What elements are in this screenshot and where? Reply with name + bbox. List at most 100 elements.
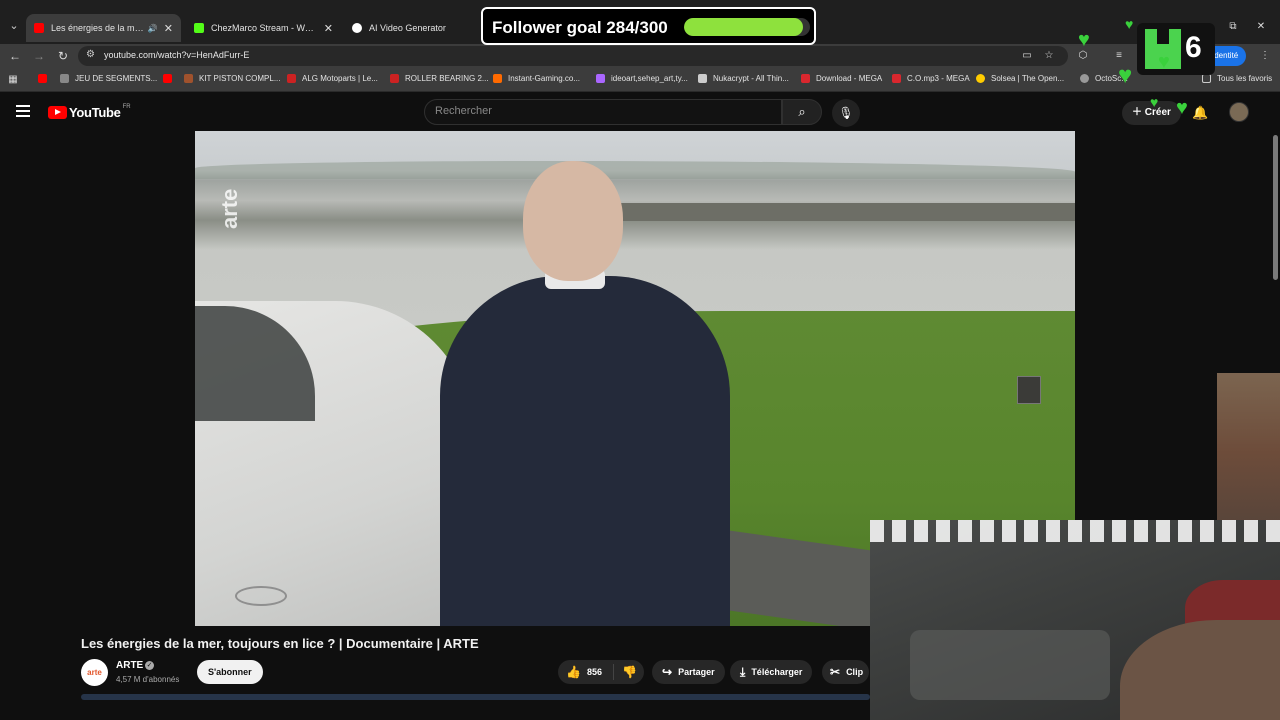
- video-scene-sign: [1017, 376, 1041, 404]
- search-button[interactable]: ⌕: [782, 99, 822, 125]
- infinity-icon: [352, 23, 362, 33]
- scissors-icon: ✂: [830, 665, 841, 679]
- page-scrollbar[interactable]: [1273, 135, 1278, 280]
- more-menu-icon[interactable]: ⋮: [1258, 49, 1272, 63]
- thumbs-up-icon: 👍: [566, 665, 581, 679]
- channel-avatar[interactable]: arte: [81, 659, 108, 686]
- video-title: Les énergies de la mer, toujours en lice…: [81, 636, 479, 651]
- thumbs-down-icon: 👎: [622, 665, 637, 679]
- tab-label: AI Video Generator: [369, 23, 446, 33]
- youtube-play-icon: [48, 106, 67, 119]
- tab-label: ChezMarco Stream - Watch Live: [211, 23, 318, 33]
- follower-goal-text: Follower goal 284/300: [492, 18, 668, 37]
- forward-button[interactable]: →: [31, 48, 47, 64]
- video-info: Les énergies de la mer, toujours en lice…: [0, 626, 870, 720]
- folder-icon: [1202, 74, 1211, 83]
- close-icon[interactable]: ✕: [324, 22, 333, 35]
- bookmark-item[interactable]: ideoart,sehep_art,ty...: [596, 74, 688, 83]
- youtube-header: YouTube FR ⌕ 🎙 ＋ Créer 🔔: [0, 93, 1280, 131]
- all-bookmarks-folder[interactable]: Tous les favoris: [1202, 74, 1272, 83]
- reload-button[interactable]: ↻: [55, 48, 71, 64]
- follower-goal-widget: Follower goal 284/300: [481, 7, 816, 45]
- bookmark-item[interactable]: Download - MEGA: [801, 74, 882, 83]
- close-icon[interactable]: ✕: [164, 22, 173, 35]
- tab-kick-stream[interactable]: ChezMarco Stream - Watch Live ✕: [186, 14, 341, 42]
- bookmark-item[interactable]: ROLLER BEARING 2...: [390, 74, 489, 83]
- share-icon: ↪: [662, 665, 673, 679]
- youtube-icon: [163, 74, 172, 83]
- tab-youtube-video[interactable]: Les énergies de la mer, touj 🔊 ✕: [26, 14, 181, 42]
- search-icon: ⌕: [798, 104, 806, 119]
- microphone-icon: 🎙: [838, 106, 854, 120]
- audio-playing-icon[interactable]: 🔊: [148, 24, 158, 33]
- mega-icon: [892, 74, 901, 83]
- site-icon: [287, 74, 296, 83]
- minimize-icon[interactable]: ⧉: [1226, 20, 1240, 34]
- arte-watermark: arte: [217, 188, 242, 229]
- dislike-button[interactable]: 👎: [614, 660, 637, 684]
- kick-follower-counter: 6: [1137, 23, 1215, 75]
- tab-ai-video[interactable]: AI Video Generator: [344, 14, 484, 42]
- tab-search-button[interactable]: ⌄: [6, 18, 22, 34]
- subscriber-count: 4,57 M d'abonnés: [116, 675, 180, 684]
- webcam-background: [910, 630, 1110, 700]
- site-icon: [390, 74, 399, 83]
- video-scene-man-head: [523, 161, 623, 281]
- url-text: youtube.com/watch?v=HenAdFurr-E: [104, 50, 250, 60]
- video-scene-jetty: [615, 203, 1075, 221]
- extensions-icon[interactable]: ⬡: [1076, 49, 1090, 63]
- kick-icon: [194, 23, 204, 33]
- description-box-edge: [81, 694, 870, 700]
- address-bar[interactable]: ⚙ youtube.com/watch?v=HenAdFurr-E: [78, 46, 1068, 66]
- streamer-webcam: [870, 520, 1280, 720]
- like-button[interactable]: 👍 856: [558, 664, 614, 680]
- webcam-overlay-stripe: [870, 520, 1280, 542]
- bookmark-item[interactable]: Instant-Gaming.co...: [493, 74, 580, 83]
- bookmark-item[interactable]: [163, 74, 178, 83]
- bookmark-item[interactable]: ALG Motoparts | Le...: [287, 74, 378, 83]
- heart-icon: ♥: [1158, 51, 1170, 73]
- close-window-icon[interactable]: ✕: [1254, 20, 1268, 34]
- search-input[interactable]: [435, 105, 765, 117]
- follower-goal-progress-fill: [684, 18, 804, 36]
- menu-icon[interactable]: [16, 105, 30, 117]
- bookmark-star-icon[interactable]: ☆: [1042, 49, 1056, 63]
- site-icon: [184, 74, 193, 83]
- bookmark-item[interactable]: C.O.mp3 - MEGA: [892, 74, 970, 83]
- heart-icon: ♥: [1150, 94, 1159, 110]
- channel-name[interactable]: ARTE: [116, 660, 143, 671]
- bookmarks-bar: ▦ JEU DE SEGMENTS... KIT PISTON COMPL...…: [0, 68, 1280, 92]
- clip-button[interactable]: ✂ Clip: [822, 660, 870, 684]
- notifications-bell-icon[interactable]: 🔔: [1192, 105, 1208, 121]
- site-icon: [976, 74, 985, 83]
- video-scene-man-body: [440, 276, 730, 626]
- back-button[interactable]: ←: [7, 48, 23, 64]
- voice-search-button[interactable]: 🎙: [832, 99, 860, 127]
- bookmark-item[interactable]: Solsea | The Open...: [976, 74, 1064, 83]
- plus-icon: ＋: [1132, 107, 1145, 118]
- subscribe-button[interactable]: S'abonner: [197, 660, 263, 684]
- heart-icon: ♥: [1125, 16, 1134, 32]
- bookmark-item[interactable]: KIT PISTON COMPL...: [184, 74, 281, 83]
- video-scene-hills: [195, 161, 1075, 179]
- site-info-icon[interactable]: ⚙: [86, 49, 95, 60]
- media-queue-icon[interactable]: ≡: [1112, 49, 1126, 63]
- follower-goal-progress-bar: [684, 18, 810, 36]
- like-count: 856: [586, 667, 602, 677]
- site-icon: [698, 74, 707, 83]
- heart-icon: ♥: [1118, 62, 1133, 89]
- youtube-logo[interactable]: YouTube FR: [48, 104, 131, 120]
- search-box: [424, 99, 782, 125]
- bookmark-item[interactable]: JEU DE SEGMENTS...: [60, 74, 157, 83]
- apps-grid-icon[interactable]: ▦: [6, 73, 20, 87]
- account-avatar[interactable]: [1229, 102, 1249, 122]
- heart-icon: ♥: [1078, 29, 1090, 51]
- bookmark-item[interactable]: [38, 74, 53, 83]
- download-button[interactable]: ⤓ Télécharger: [730, 660, 813, 684]
- bookmark-item[interactable]: Nukacrypt - All Thin...: [698, 74, 789, 83]
- share-button[interactable]: ↪ Partager: [652, 660, 725, 684]
- site-icon: [493, 74, 502, 83]
- download-icon: ⤓: [740, 665, 746, 679]
- verified-badge-icon: ✓: [145, 661, 154, 670]
- cast-icon[interactable]: ▭: [1020, 49, 1034, 63]
